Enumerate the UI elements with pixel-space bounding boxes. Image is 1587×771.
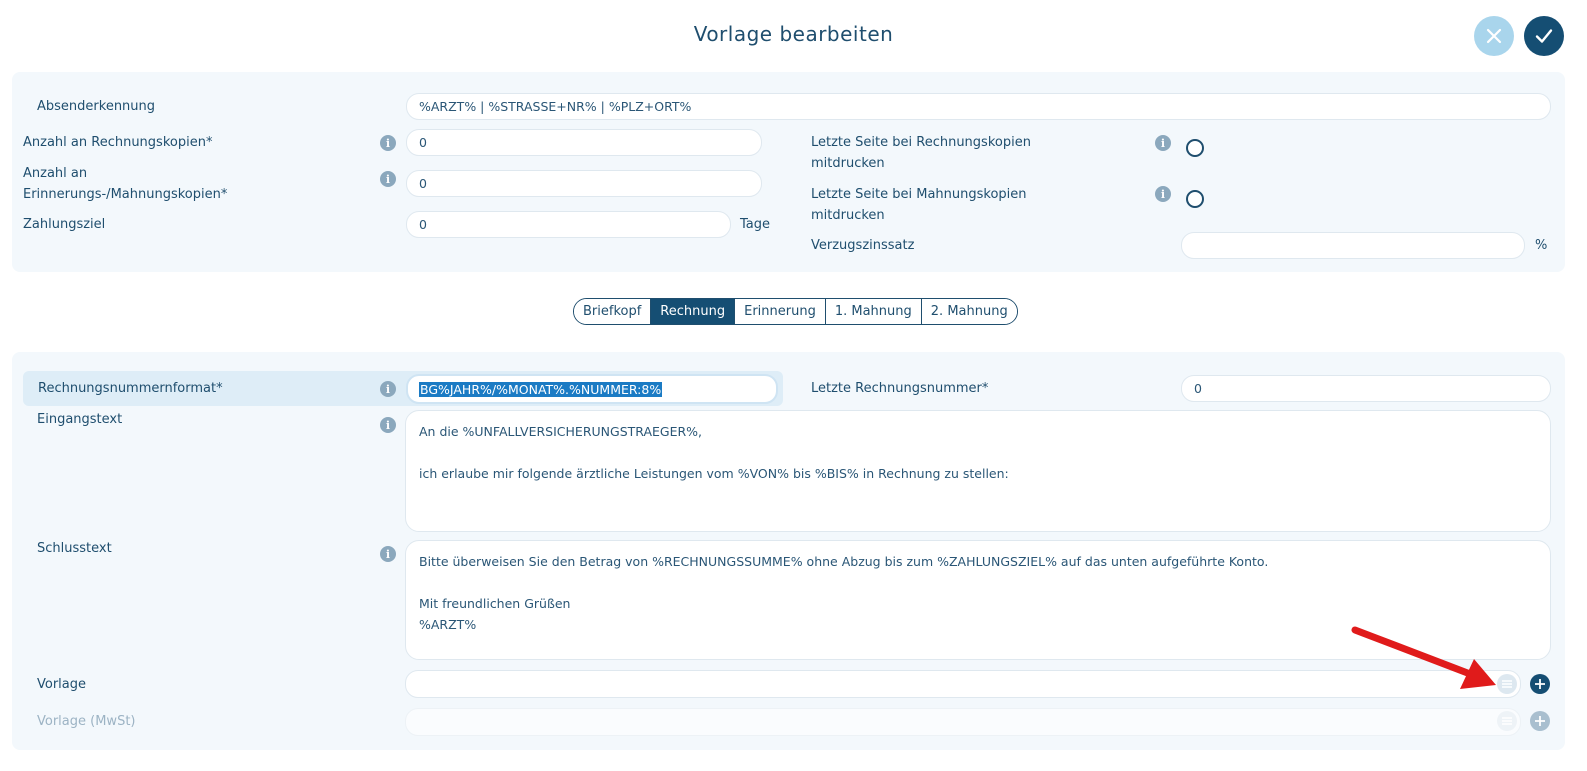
rechnungskopien-label: Anzahl an Rechnungskopien*	[23, 135, 213, 150]
plus-icon	[1535, 679, 1545, 689]
letzte-nummer-label: Letzte Rechnungsnummer*	[811, 381, 989, 396]
eingangstext-textarea[interactable]: An die %UNFALLVERSICHERUNGSTRAEGER%, ich…	[405, 410, 1551, 532]
mahnungskopien-input[interactable]: 0	[406, 170, 762, 197]
info-icon[interactable]: i	[1155, 135, 1171, 151]
letzte-seite-rechnung-toggle[interactable]	[1186, 139, 1204, 157]
zahlungsziel-input[interactable]: 0	[406, 211, 731, 238]
absender-label: Absenderkennung	[37, 99, 156, 114]
letzte-seite-mahnung-toggle[interactable]	[1186, 190, 1204, 208]
page-title: Vorlage bearbeiten	[693, 22, 894, 46]
tab-2-mahnung[interactable]: 2. Mahnung	[921, 299, 1017, 324]
close-icon	[1486, 28, 1502, 44]
zahlungsziel-unit: Tage	[740, 217, 771, 232]
cancel-button[interactable]	[1474, 16, 1514, 56]
verzugszinssatz-unit: %	[1535, 238, 1548, 253]
info-icon[interactable]: i	[380, 417, 396, 433]
letzte-seite-rechnung-label-line1: Letzte Seite bei Rechnungskopien	[811, 135, 1031, 150]
letzte-seite-mahnung-label-line2: mitdrucken	[811, 208, 885, 223]
info-icon[interactable]: i	[380, 546, 396, 562]
verzugszinssatz-input[interactable]	[1181, 232, 1525, 259]
red-arrow-annotation	[1351, 626, 1496, 689]
letzte-nummer-input[interactable]: 0	[1181, 375, 1551, 402]
confirm-button[interactable]	[1524, 16, 1564, 56]
check-icon	[1535, 29, 1553, 43]
tab-1-mahnung[interactable]: 1. Mahnung	[825, 299, 922, 324]
mahnungskopien-label-line2: Erinnerungs-/Mahnungskopien*	[23, 187, 228, 202]
tab-briefkopf[interactable]: Briefkopf	[574, 299, 652, 324]
info-icon[interactable]: i	[380, 135, 396, 151]
plus-icon	[1535, 716, 1545, 726]
nummernformat-input[interactable]: BG%JAHR%/%MONAT%.%NUMMER:8%	[406, 374, 778, 404]
vorlage-mwst-list-button[interactable]	[1497, 711, 1517, 731]
nummernformat-selected-text: BG%JAHR%/%MONAT%.%NUMMER:8%	[419, 381, 663, 397]
list-icon	[1502, 717, 1512, 725]
info-icon[interactable]: i	[380, 381, 396, 397]
vorlage-mwst-add-button[interactable]	[1530, 711, 1550, 731]
vorlage-add-button[interactable]	[1530, 674, 1550, 694]
info-icon[interactable]: i	[1155, 186, 1171, 202]
verzugszinssatz-label: Verzugszinssatz	[811, 238, 915, 253]
letzte-seite-rechnung-label-line2: mitdrucken	[811, 156, 885, 171]
mahnungskopien-label-line1: Anzahl an	[23, 166, 88, 181]
vorlage-mwst-label: Vorlage (MwSt)	[37, 714, 136, 729]
schlusstext-label: Schlusstext	[37, 541, 112, 556]
absender-input[interactable]: %ARZT% | %STRASSE+NR% | %PLZ+ORT%	[406, 93, 1551, 120]
tab-erinnerung[interactable]: Erinnerung	[735, 299, 826, 324]
vorlage-label: Vorlage	[37, 677, 87, 692]
eingangstext-label: Eingangstext	[37, 412, 123, 427]
tab-rechnung[interactable]: Rechnung	[651, 299, 736, 324]
zahlungsziel-label: Zahlungsziel	[23, 217, 106, 232]
letzte-seite-mahnung-label-line1: Letzte Seite bei Mahnungskopien	[811, 187, 1027, 202]
nummernformat-label: Rechnungsnummernformat*	[38, 381, 223, 396]
rechnungskopien-input[interactable]: 0	[406, 129, 762, 156]
vorlage-mwst-input[interactable]	[405, 708, 1521, 736]
template-tabs: Briefkopf Rechnung Erinnerung 1. Mahnung…	[573, 298, 1018, 325]
info-icon[interactable]: i	[380, 171, 396, 187]
